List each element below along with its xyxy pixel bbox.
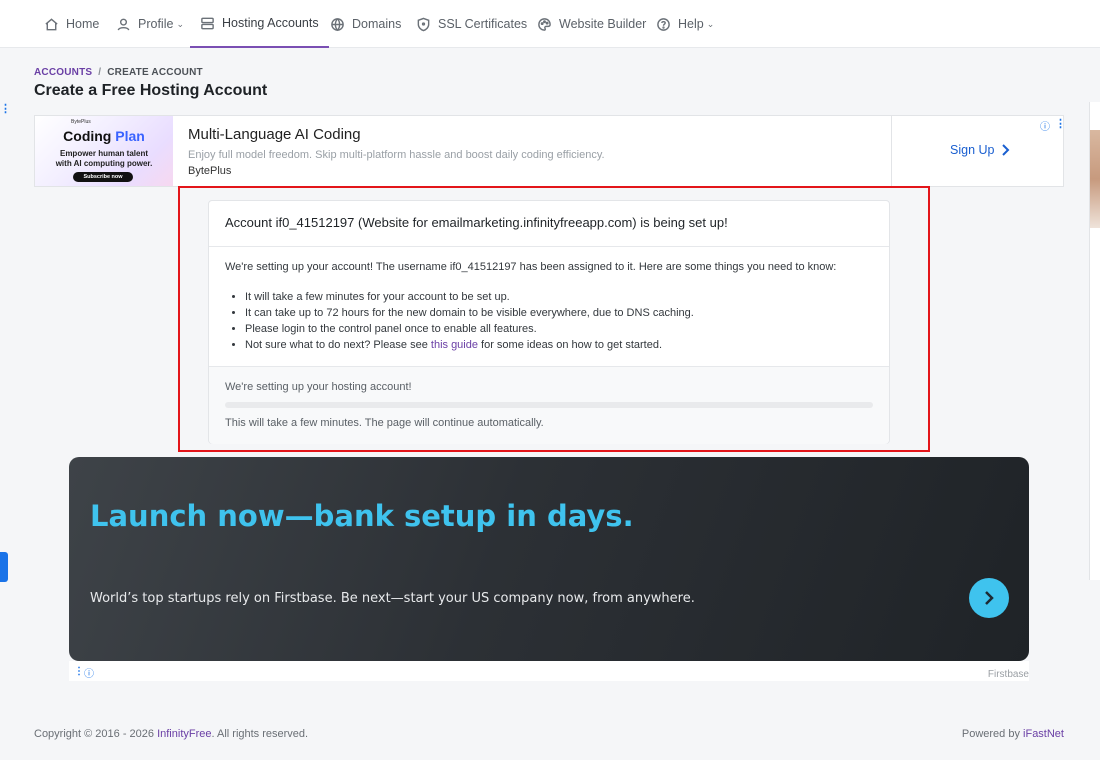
firstbase-ad[interactable]: Launch now—bank setup in days. World’s t… (69, 457, 1029, 661)
ad-image-title-b: Plan (115, 128, 145, 144)
footer-copyright: Copyright © 2016 - 2026 InfinityFree. Al… (34, 728, 308, 740)
ad2-footer: ⋮ ⓘ Firstbase (69, 661, 1029, 681)
ad2-description: World’s top startups rely on Firstbase. … (90, 591, 695, 606)
ad-headline[interactable]: Multi-Language AI Coding (188, 126, 361, 143)
ad2-brand: Firstbase (987, 669, 1029, 680)
side-feedback-tab[interactable] (0, 552, 8, 582)
byteplus-logo: BytePlus (71, 119, 91, 125)
chevron-right-icon (1002, 144, 1010, 156)
chevron-down-icon: ⌄ (176, 18, 184, 29)
infinityfree-link[interactable]: InfinityFree (157, 728, 211, 740)
nav-website-builder-label: Website Builder (559, 17, 647, 31)
ad-image-subtitle-2: with AI computing power. (55, 159, 153, 168)
card-footer: We're setting up your hosting account! T… (209, 366, 889, 444)
ad-image[interactable]: BytePlus Coding Plan Empower human talen… (35, 116, 173, 186)
list-item: It will take a few minutes for your acco… (245, 289, 875, 305)
nav-website-builder[interactable]: Website Builder (537, 0, 646, 48)
globe-icon (331, 17, 344, 31)
nav-domains[interactable]: Domains (330, 0, 401, 48)
list-item: Please login to the control panel once t… (245, 321, 875, 337)
nav-help-label: Help (678, 17, 704, 31)
ad-image-title: Coding Plan (35, 128, 173, 144)
breadcrumb-separator: / (98, 67, 102, 78)
nav-domains-label: Domains (352, 17, 402, 31)
shield-icon (417, 17, 430, 31)
card-intro: We're setting up your account! The usern… (225, 261, 837, 273)
ad-description: Enjoy full model freedom. Skip multi-pla… (188, 149, 605, 161)
breadcrumb-accounts-link[interactable]: ACCOUNTS (34, 67, 92, 78)
ad-image-subtitle: Empower human talent with AI computing po… (35, 149, 173, 169)
chevron-right-icon (985, 591, 994, 605)
server-icon (201, 17, 214, 29)
ad-image-subscribe-button[interactable]: Subscribe now (73, 172, 133, 182)
page-title: Create a Free Hosting Account (34, 82, 268, 99)
nav-hosting-label: Hosting Accounts (222, 16, 319, 30)
setup-status-text: We're setting up your hosting account! (225, 381, 412, 393)
user-icon (117, 18, 130, 30)
guide-link[interactable]: this guide (431, 339, 478, 351)
palette-icon (538, 17, 551, 31)
ad-menu-icon[interactable]: ⋮ (1055, 117, 1066, 130)
nav-home-label: Home (66, 17, 100, 31)
ad-image-title-a: Coding (63, 128, 112, 144)
nav-profile-label: Profile (138, 17, 174, 31)
ad2-next-button[interactable] (969, 578, 1009, 618)
ad-image-subtitle-1: Empower human talent (59, 149, 148, 158)
info-list: It will take a few minutes for your acco… (225, 289, 875, 353)
nav-ssl-label: SSL Certificates (438, 17, 528, 31)
ad-options-icon[interactable]: ⋮ (0, 102, 11, 115)
ad2-headline[interactable]: Launch now—bank setup in days. (90, 499, 634, 533)
nav-help[interactable]: Help ⌄ (656, 0, 714, 48)
home-icon (45, 17, 58, 30)
ad-info-icon[interactable]: ⓘ (1040, 118, 1050, 133)
setup-note: This will take a few minutes. The page w… (225, 417, 544, 429)
top-ad-banner[interactable]: BytePlus Coding Plan Empower human talen… (34, 115, 1066, 187)
setup-status-card: Account if0_41512197 (Website for emailm… (208, 200, 890, 444)
footer-powered-by: Powered by iFastNet (962, 728, 1064, 740)
ad-signup-label: Sign Up (950, 143, 995, 157)
nav-ssl-certificates[interactable]: SSL Certificates (416, 0, 527, 48)
nav-home[interactable]: Home (44, 0, 99, 48)
nav-hosting-accounts[interactable]: Hosting Accounts (190, 0, 329, 48)
ad2-info-icon[interactable]: ⓘ (84, 665, 94, 680)
powered-prefix: Powered by (961, 728, 1024, 740)
card-title: Account if0_41512197 (Website for emailm… (209, 201, 889, 247)
card-body: We're setting up your account! The usern… (225, 261, 875, 353)
progress-bar (225, 402, 873, 408)
top-navigation: Home Profile ⌄ Hosting Accounts Domains … (0, 0, 1100, 48)
question-icon (657, 17, 670, 31)
nav-profile[interactable]: Profile ⌄ (116, 0, 184, 48)
ad2-menu-icon[interactable]: ⋮ (74, 666, 84, 677)
copyright-suffix: . All rights reserved. (211, 728, 309, 740)
breadcrumb-current: CREATE ACCOUNT (107, 67, 203, 78)
breadcrumb: ACCOUNTS / CREATE ACCOUNT (34, 67, 203, 78)
guide-prefix: Not sure what to do next? Please see (245, 339, 431, 351)
side-ad-image[interactable] (1090, 130, 1100, 228)
ifastnet-link[interactable]: iFastNet (1023, 728, 1064, 740)
ad-brand: BytePlus (188, 165, 232, 177)
list-item: Not sure what to do next? Please see thi… (245, 337, 875, 353)
list-item: It can take up to 72 hours for the new d… (245, 305, 875, 321)
guide-suffix: for some ideas on how to get started. (477, 339, 663, 351)
chevron-down-icon: ⌄ (706, 18, 715, 29)
ad-signup-button[interactable]: Sign Up (950, 143, 1010, 157)
copyright-prefix: Copyright © 2016 - 2026 (34, 728, 158, 740)
ad-divider (891, 116, 892, 186)
